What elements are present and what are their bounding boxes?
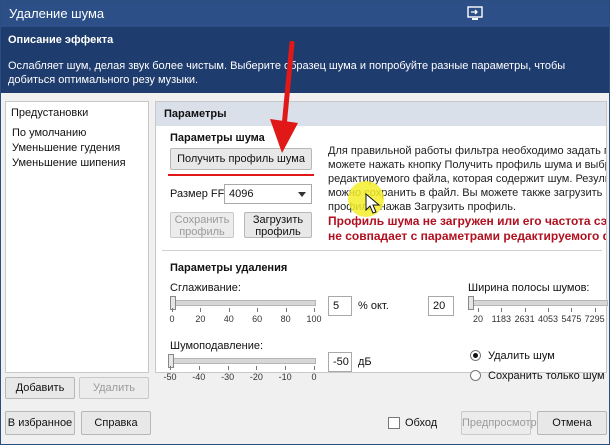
suppression-slider-thumb[interactable] <box>168 354 174 368</box>
parameters-header: Параметры <box>156 102 606 126</box>
slider-tick <box>314 308 315 312</box>
slider-tick-label: 80 <box>280 314 291 324</box>
presets-panel: Предустановки По умолчанию Уменьшение гу… <box>5 101 149 373</box>
slider-tick <box>200 308 202 312</box>
cancel-button[interactable]: Отмена <box>537 411 607 435</box>
slider-tick-label: 5475 <box>561 314 582 324</box>
dock-icon[interactable] <box>467 6 483 21</box>
parameters-title: Параметры <box>164 108 227 120</box>
slider-tick-label: 20 <box>472 314 484 324</box>
slider-tick-label: 1183 <box>491 314 512 324</box>
warning-line: не совпадает с параметрами редактируемог… <box>328 229 606 243</box>
description-text: Ослабляет шум, делая звук более чистым. … <box>8 60 566 86</box>
bandwidth-slider[interactable] <box>468 300 608 306</box>
slider-tick <box>257 308 259 312</box>
remove-noise-label: Удалить шум <box>488 350 555 362</box>
removal-params-header: Параметры удаления <box>170 262 288 274</box>
slider-tick-label: 100 <box>306 314 322 324</box>
bandwidth-label: Ширина полосы шумов: <box>468 282 590 294</box>
remove-noise-radio[interactable] <box>470 350 481 361</box>
slider-tick-label: -20 <box>249 372 263 382</box>
slider-tick <box>524 308 526 312</box>
slider-tick-label: 0 <box>169 314 175 324</box>
help-button[interactable]: Справка <box>81 411 151 435</box>
slider-tick-label: 7295 <box>584 314 605 324</box>
mouse-cursor-icon <box>365 193 381 214</box>
slider-tick-label: -30 <box>221 372 235 382</box>
smoothing-unit: % окт. <box>358 300 389 312</box>
suppression-slider[interactable] <box>168 358 316 364</box>
chevron-down-icon <box>298 192 306 197</box>
presets-header: Предустановки <box>11 107 89 119</box>
bandwidth-slider-thumb[interactable] <box>468 296 474 310</box>
slider-tick-label: -10 <box>278 372 292 382</box>
bandwidth-input[interactable]: 20 <box>428 296 454 316</box>
preview-button[interactable]: Предпросмотр <box>461 411 537 435</box>
section-divider <box>162 250 602 251</box>
slider-tick-label: -40 <box>192 372 206 382</box>
save-profile-button[interactable]: Сохранить профиль <box>170 212 234 238</box>
preset-item[interactable]: По умолчанию <box>12 126 142 141</box>
suppression-unit: дБ <box>358 356 372 368</box>
add-to-favorites-button[interactable]: В избранное <box>5 411 75 435</box>
smoothing-input[interactable]: 5 <box>328 296 352 316</box>
slider-tick-label: 40 <box>223 314 234 324</box>
slider-tick <box>172 308 173 312</box>
suppression-label: Шумоподавление: <box>170 340 264 352</box>
slider-tick <box>228 308 230 312</box>
slider-tick <box>170 366 171 370</box>
presets-list: По умолчанию Уменьшение гудения Уменьшен… <box>6 124 148 173</box>
smoothing-slider[interactable] <box>170 300 316 306</box>
slider-tick <box>227 366 229 370</box>
smoothing-label: Сглаживание: <box>170 282 241 294</box>
slider-tick-label: 2631 <box>514 314 535 324</box>
slider-tick <box>548 308 549 312</box>
preset-item[interactable]: Уменьшение шипения <box>12 156 142 171</box>
slider-tick <box>285 366 287 370</box>
slider-tick-label: 60 <box>252 314 263 324</box>
red-underline <box>168 174 314 176</box>
load-profile-button[interactable]: Загрузить профиль <box>244 212 312 238</box>
keep-noise-only-label: Сохранить только шум <box>488 370 605 382</box>
slider-tick <box>501 308 503 312</box>
keep-noise-only-radio[interactable] <box>470 370 481 381</box>
slider-tick <box>594 308 596 312</box>
parameters-panel: Параметры Параметры шума Получить профил… <box>155 101 608 382</box>
delete-preset-button[interactable]: Удалить <box>79 377 149 399</box>
smoothing-slider-thumb[interactable] <box>170 296 176 310</box>
info-line: Для правильной работы фильтра необходимо… <box>328 145 606 157</box>
slider-tick-label: 4053 <box>537 314 559 324</box>
title-bar: Удаление шума <box>1 1 609 27</box>
slider-tick-label: 0 <box>311 372 317 382</box>
bypass-label: Обход <box>405 417 438 429</box>
add-preset-button[interactable]: Добавить <box>5 377 75 399</box>
noise-profile-warning: Профиль шума не загружен или его частота… <box>328 214 606 244</box>
slider-tick-label: 20 <box>195 314 206 324</box>
fft-size-label: Размер FFT <box>170 188 232 200</box>
window-title: Удаление шума <box>9 6 105 21</box>
preset-item[interactable]: Уменьшение гудения <box>12 141 142 156</box>
fft-size-value: 4096 <box>229 188 254 200</box>
slider-tick <box>198 366 200 370</box>
noise-removal-dialog: Удаление шума Описание эффекта Ослабляет… <box>0 0 610 445</box>
fft-size-select[interactable]: 4096 <box>224 184 312 204</box>
slider-tick <box>571 308 573 312</box>
red-arrow-annotation <box>270 41 298 153</box>
slider-tick <box>314 366 315 370</box>
slider-tick <box>285 308 287 312</box>
suppression-input[interactable]: -50 <box>328 352 352 372</box>
noise-params-header: Параметры шума <box>170 132 265 144</box>
description-heading: Описание эффекта <box>8 34 114 46</box>
info-line: можете нажать кнопку Получить профиль шу… <box>328 159 606 171</box>
slider-tick-label: -50 <box>163 372 177 382</box>
bypass-checkbox[interactable] <box>388 417 400 429</box>
slider-tick <box>478 308 479 312</box>
slider-tick <box>256 366 258 370</box>
